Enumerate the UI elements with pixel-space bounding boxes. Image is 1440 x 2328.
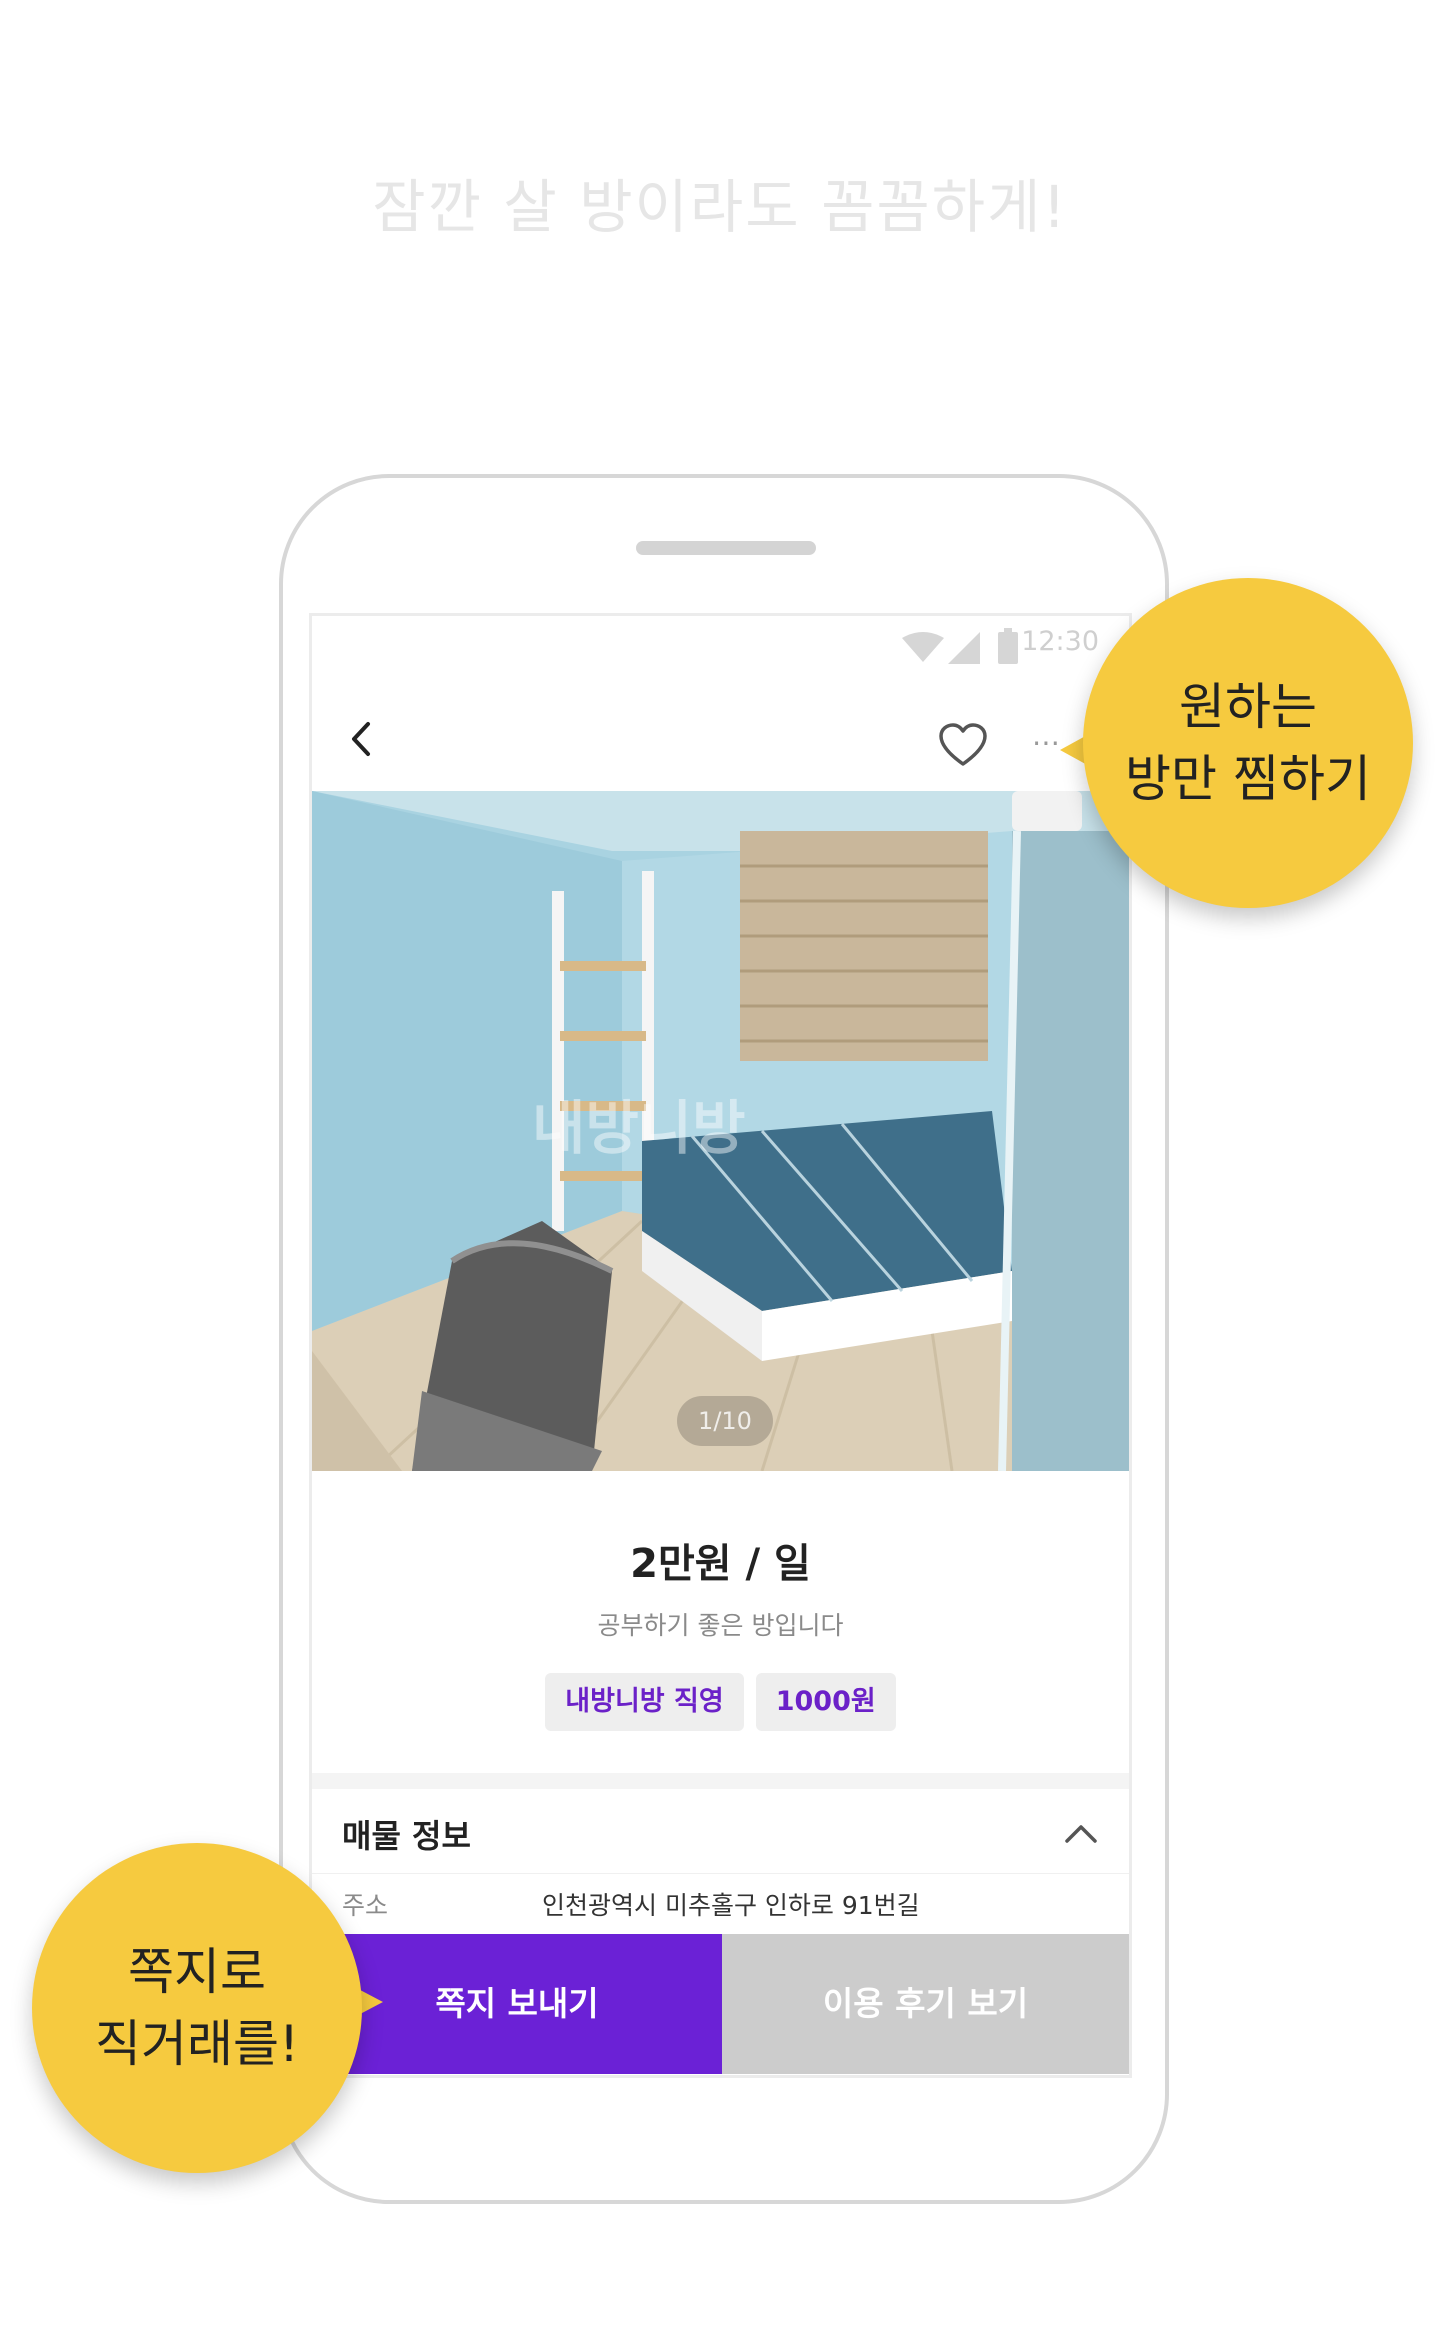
signal-icon <box>948 632 980 664</box>
callout-bubble-message: 쪽지로 직거래를! <box>32 1843 362 2173</box>
address-label: 주소 <box>342 1891 389 1920</box>
photo-counter: 1/10 <box>677 1396 773 1446</box>
listing-subtitle: 공부하기 좋은 방입니다 <box>597 1611 844 1640</box>
listing-price: 2만원 / 일 <box>630 1541 811 1587</box>
callout-favorite-text: 원하는 방만 찜하기 <box>1125 678 1371 808</box>
app-screen: 12:30 ⋯ 내방니방 1/10 2만원 / 일 공부하기 좋은 방입니다 내… <box>309 613 1132 2078</box>
status-time: 12:30 <box>1021 626 1099 657</box>
view-reviews-button[interactable]: 이용 후기 보기 <box>722 1934 1129 2074</box>
chevron-up-icon[interactable] <box>1063 1817 1099 1847</box>
tag-direct: 내방니방 직영 <box>545 1673 744 1731</box>
app-bar: ⋯ <box>312 686 1129 791</box>
section-divider <box>312 1773 1129 1789</box>
promo-headline: 잠깐 살 방이라도 꼼꼼하게! <box>372 173 1068 241</box>
address-value: 인천광역시 미추홀구 인하로 91번길 <box>542 1891 920 1920</box>
room-photo[interactable]: 내방니방 1/10 <box>312 791 1129 1471</box>
back-icon[interactable] <box>342 716 382 762</box>
listing-tags: 내방니방 직영 1000원 <box>312 1673 1129 1731</box>
heart-icon[interactable] <box>938 722 988 768</box>
wifi-icon <box>902 632 944 662</box>
phone-speaker <box>636 541 816 555</box>
battery-icon <box>998 628 1018 664</box>
photo-watermark: 내방니방 <box>532 1094 746 1162</box>
property-info-title: 매물 정보 <box>342 1817 471 1855</box>
status-bar: 12:30 <box>312 616 1129 686</box>
callout-message-text: 쪽지로 직거래를! <box>94 1943 300 2073</box>
address-row: 주소 인천광역시 미추홀구 인하로 91번길 <box>312 1874 1129 1934</box>
tag-fee: 1000원 <box>755 1673 896 1731</box>
callout-bubble-favorite: 원하는 방만 찜하기 <box>1083 578 1413 908</box>
property-info-header[interactable]: 매물 정보 <box>312 1789 1129 1874</box>
